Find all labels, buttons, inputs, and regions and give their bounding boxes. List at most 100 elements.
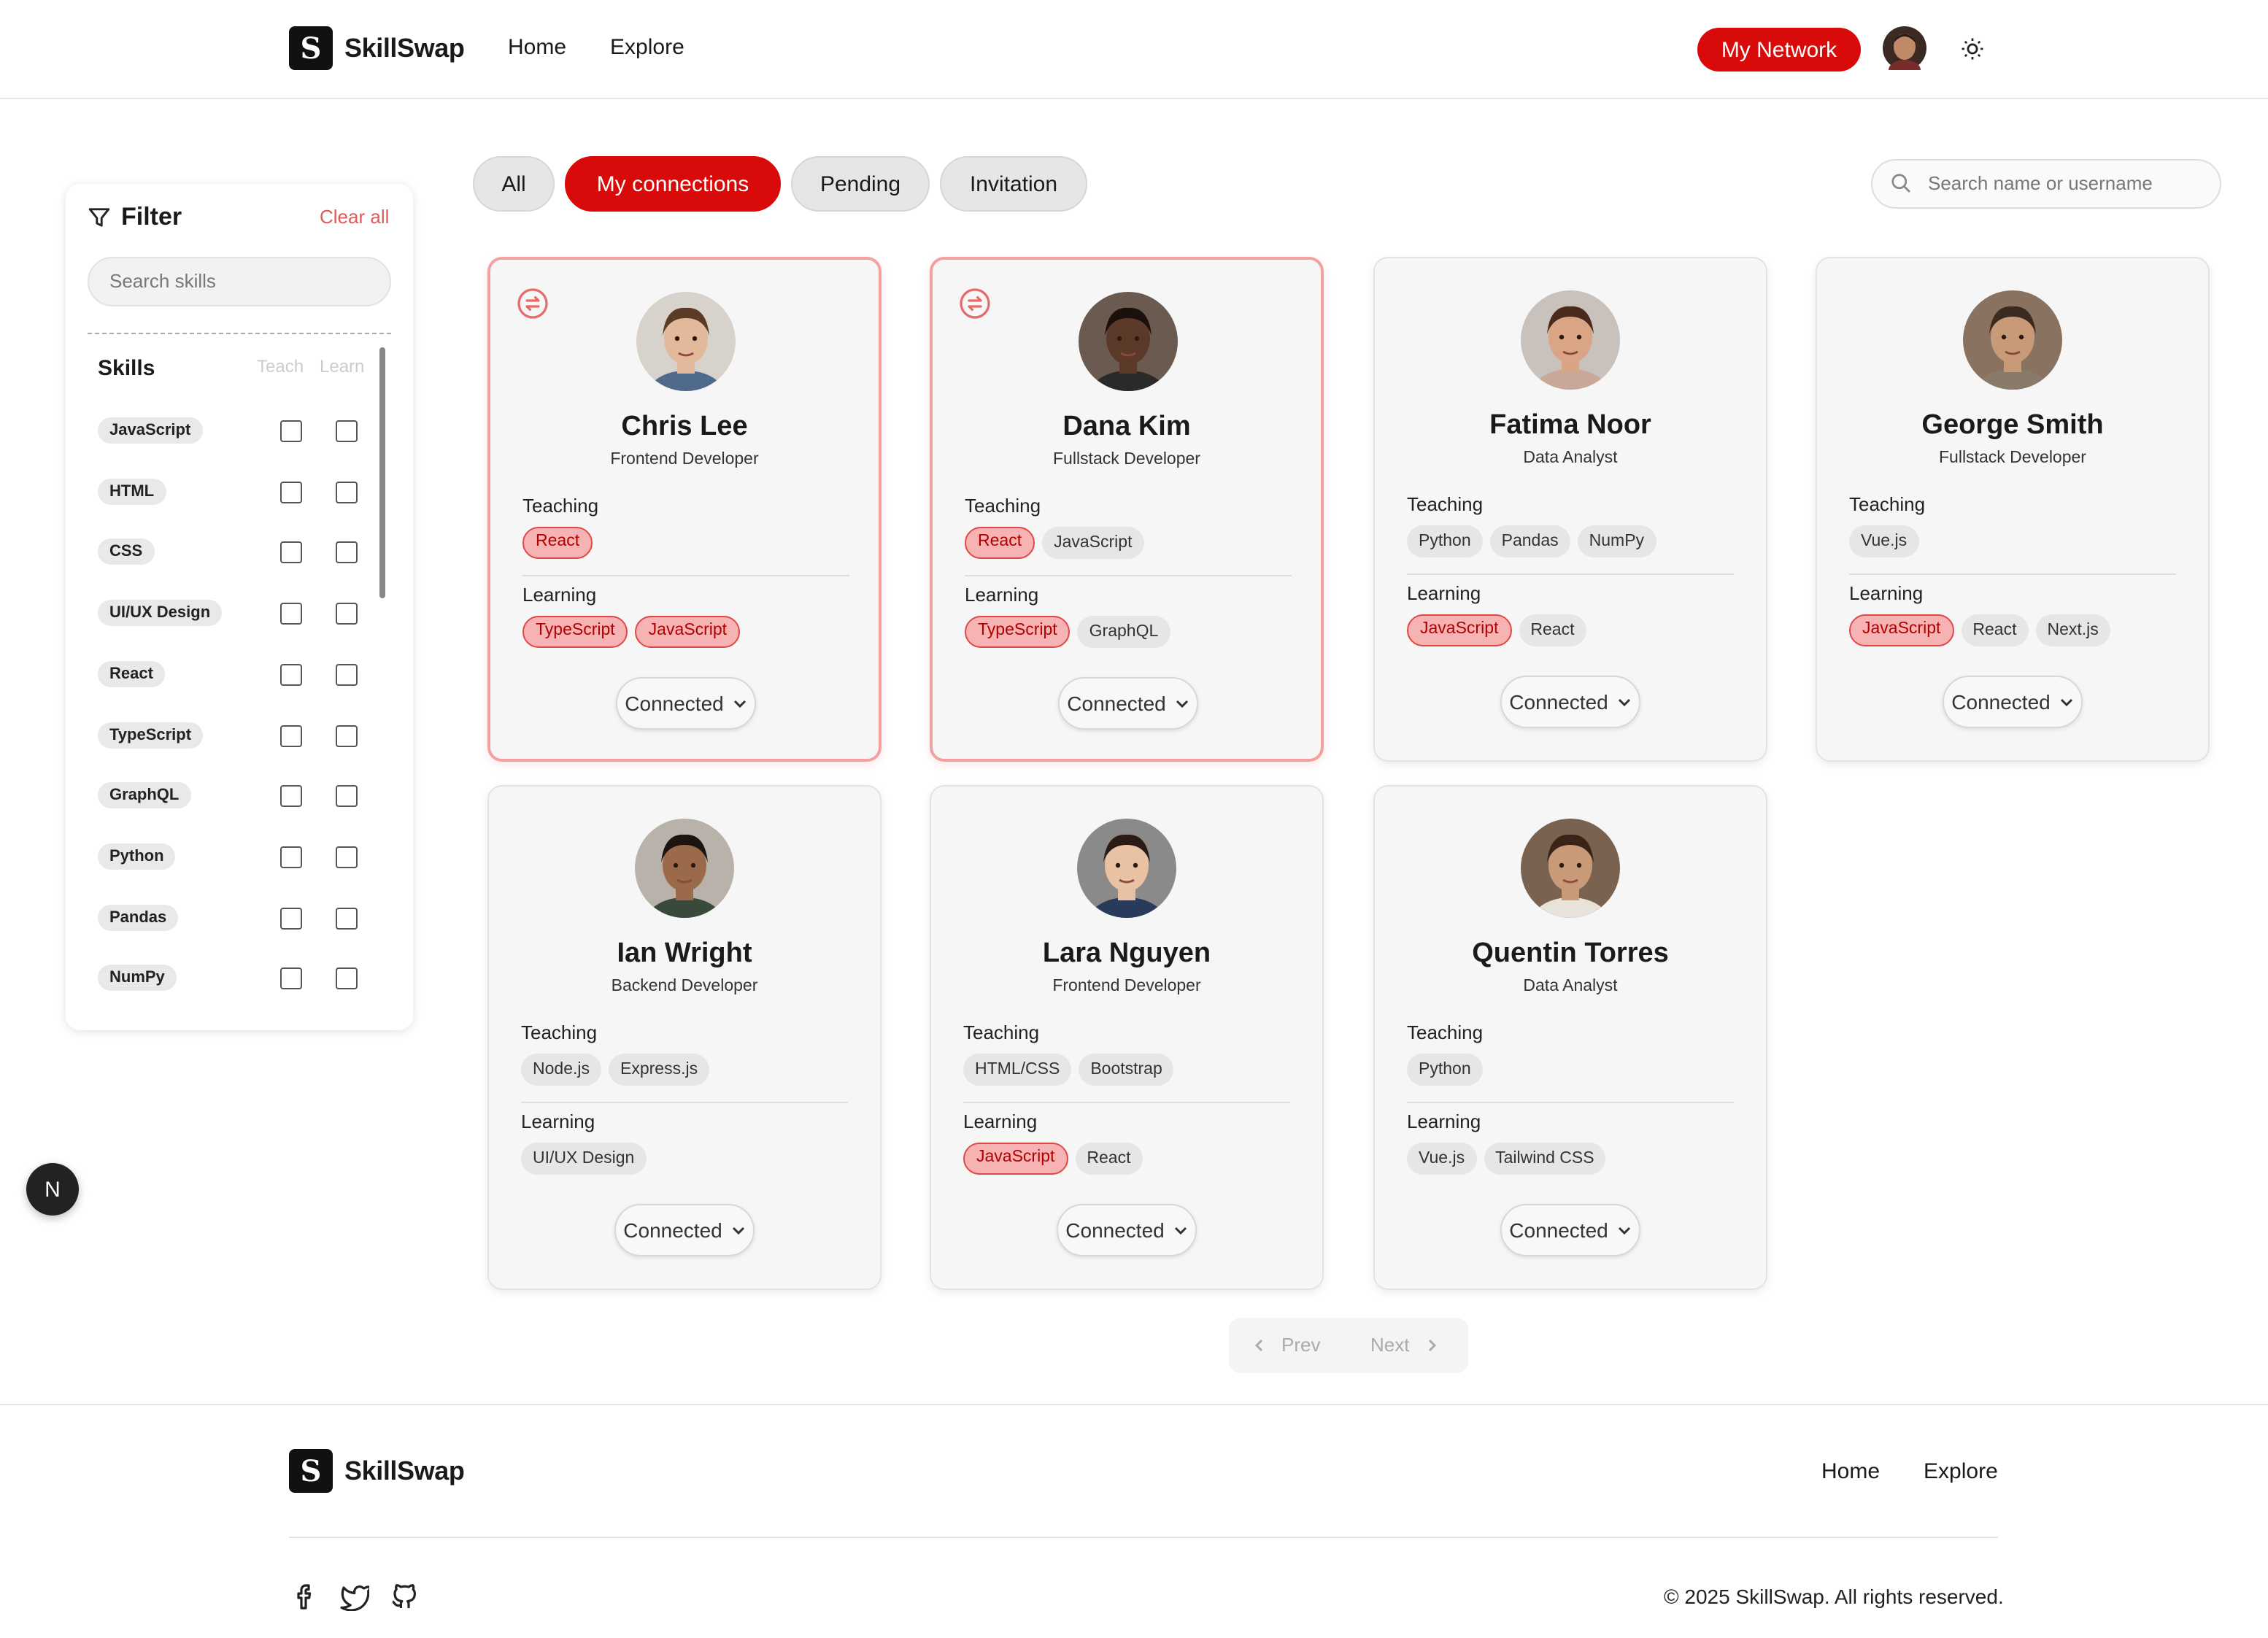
learn-checkbox[interactable]	[336, 907, 358, 930]
skill-chip: Next.js	[2035, 614, 2110, 646]
skills-scrollbar[interactable]	[379, 347, 385, 598]
learn-checkbox[interactable]	[336, 725, 358, 746]
copyright-text: © 2025 SkillSwap. All rights reserved.	[1664, 1585, 2004, 1608]
connection-card[interactable]: Chris Lee Frontend Developer Teaching React…	[487, 257, 882, 762]
facebook-icon[interactable]	[290, 1582, 320, 1611]
nav-explore[interactable]: Explore	[610, 35, 684, 60]
teach-checkbox[interactable]	[280, 846, 302, 868]
status-label: Connected	[625, 692, 724, 715]
skills-heading: Skills	[98, 356, 155, 381]
learn-checkbox[interactable]	[336, 420, 358, 442]
connection-card[interactable]: Quentin Torres Data Analyst Teaching Python…	[1373, 785, 1767, 1290]
skill-chip: JavaScript	[1849, 614, 1954, 646]
skill-chip: Express.js	[609, 1054, 710, 1086]
teaching-skills: React	[522, 527, 593, 559]
clear-all-link[interactable]: Clear all	[320, 206, 389, 228]
connection-status-button[interactable]: Connected	[1943, 676, 2083, 728]
teach-checkbox[interactable]	[280, 663, 302, 686]
user-name: Dana Kim	[1062, 412, 1191, 442]
connection-status-button[interactable]: Connected	[1500, 676, 1640, 728]
card-divider	[521, 1102, 848, 1103]
nav-home[interactable]: Home	[508, 35, 566, 60]
teach-checkbox[interactable]	[280, 481, 302, 503]
connection-status-button[interactable]: Connected	[1500, 1204, 1640, 1256]
twitter-icon[interactable]	[340, 1582, 369, 1611]
user-role: Fullstack Developer	[1939, 449, 2086, 467]
skill-chip: NumPy	[1577, 525, 1656, 557]
profile-photo	[1963, 290, 2062, 390]
teaching-label: Teaching	[1849, 493, 1926, 515]
teaching-label: Teaching	[963, 1021, 1040, 1043]
skill-row: Python	[98, 843, 375, 873]
tab-pending[interactable]: Pending	[791, 156, 930, 212]
footer-logo-mark: S	[289, 1449, 333, 1493]
connection-card[interactable]: Dana Kim Fullstack Developer Teaching React…	[930, 257, 1324, 762]
sun-icon[interactable]	[1960, 36, 1985, 61]
next-button[interactable]: Next	[1370, 1334, 1438, 1356]
skill-row: UI/UX Design	[98, 600, 375, 629]
skill-row: React	[98, 660, 375, 690]
learn-checkbox[interactable]	[336, 481, 358, 503]
skill-search-input[interactable]: Search skills	[88, 257, 391, 306]
footer-logo[interactable]: S SkillSwap	[289, 1449, 465, 1493]
tab-invitation[interactable]: Invitation	[940, 156, 1087, 212]
user-name: Lara Nguyen	[1042, 938, 1211, 969]
card-divider	[522, 575, 849, 576]
brand-logo[interactable]: S SkillSwap	[289, 26, 465, 70]
profile-photo	[1079, 292, 1178, 391]
chevron-down-icon	[1176, 700, 1188, 708]
skill-row: GraphQL	[98, 782, 375, 811]
teach-checkbox[interactable]	[280, 725, 302, 746]
teach-checkbox[interactable]	[280, 785, 302, 808]
connection-status-button[interactable]: Connected	[1057, 1204, 1197, 1256]
learn-checkbox[interactable]	[336, 541, 358, 564]
learn-checkbox[interactable]	[336, 663, 358, 686]
skill-chip: React	[1519, 614, 1586, 646]
skill-chip: React	[1075, 1143, 1143, 1175]
teach-checkbox[interactable]	[280, 541, 302, 564]
skill-chip: Tailwind CSS	[1484, 1143, 1606, 1175]
next-label: Next	[1370, 1334, 1410, 1356]
brand-name: SkillSwap	[344, 33, 465, 62]
tab-all[interactable]: All	[473, 156, 555, 212]
profile-photo	[1077, 819, 1176, 918]
main-nav: Home Explore	[508, 35, 684, 60]
footer-nav-explore[interactable]: Explore	[1924, 1459, 1998, 1484]
connection-card[interactable]: Ian Wright Backend Developer Teaching Node.…	[487, 785, 882, 1290]
github-icon[interactable]	[390, 1582, 419, 1611]
teach-checkbox[interactable]	[280, 907, 302, 930]
learning-label: Learning	[521, 1110, 595, 1132]
skill-chip: TypeScript	[522, 616, 628, 648]
connection-status-button[interactable]: Connected	[614, 1204, 755, 1256]
skill-chip: JavaScript	[963, 1143, 1068, 1175]
skill-chip: TypeScript	[965, 616, 1071, 648]
footer-nav-home[interactable]: Home	[1821, 1459, 1880, 1484]
connection-status-button[interactable]: Connected	[616, 677, 756, 730]
my-network-button[interactable]: My Network	[1697, 28, 1861, 72]
skill-chip: Node.js	[521, 1054, 601, 1086]
skill-chip: React	[1961, 614, 2029, 646]
learn-checkbox[interactable]	[336, 785, 358, 808]
learn-checkbox[interactable]	[336, 967, 358, 990]
user-avatar[interactable]	[1883, 26, 1926, 70]
connection-status-button[interactable]: Connected	[1058, 677, 1198, 730]
teach-checkbox[interactable]	[280, 603, 302, 625]
connection-card[interactable]: George Smith Fullstack Developer Teaching V…	[1816, 257, 2210, 762]
status-label: Connected	[1067, 692, 1166, 715]
footer-border	[0, 1404, 2268, 1405]
learning-label: Learning	[1849, 582, 1924, 604]
connection-card[interactable]: Lara Nguyen Frontend Developer Teaching HTM…	[930, 785, 1324, 1290]
dev-indicator-button[interactable]: N	[26, 1163, 79, 1216]
tab-my-connections[interactable]: My connections	[565, 156, 781, 212]
learning-skills: Vue.js Tailwind CSS	[1407, 1143, 1606, 1175]
user-search-input[interactable]: Search name or username	[1871, 159, 2221, 209]
learn-checkbox[interactable]	[336, 846, 358, 868]
filter-icon	[88, 208, 110, 227]
card-divider	[965, 575, 1292, 576]
connection-card[interactable]: Fatima Noor Data Analyst Teaching Python Pan…	[1373, 257, 1767, 762]
teach-checkbox[interactable]	[280, 420, 302, 442]
learn-checkbox[interactable]	[336, 603, 358, 625]
chevron-left-icon	[1254, 1338, 1263, 1351]
prev-button[interactable]: Prev	[1252, 1334, 1320, 1356]
teach-checkbox[interactable]	[280, 967, 302, 990]
